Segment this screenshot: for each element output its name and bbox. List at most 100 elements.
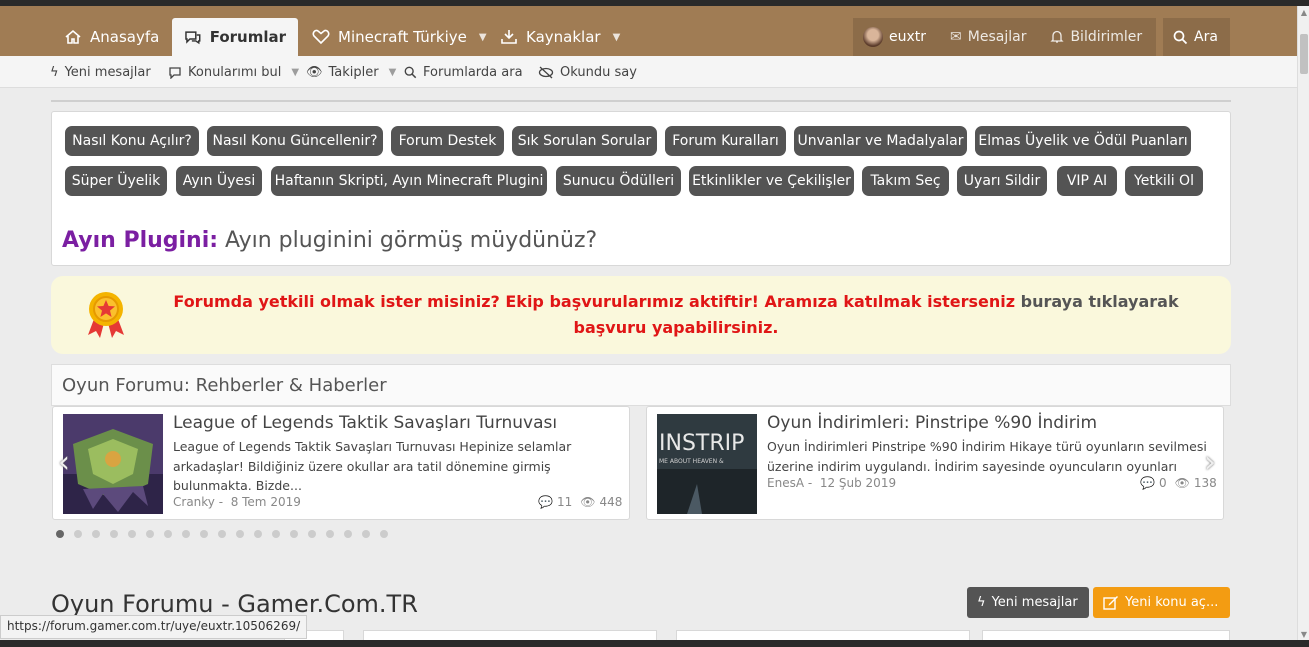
carousel-next-arrow[interactable]: ›: [1204, 445, 1216, 480]
article-thumbnail[interactable]: INSTRIP ME ABOUT HEAVEN &: [657, 414, 757, 514]
new-thread-button[interactable]: Yeni konu aç...: [1093, 587, 1230, 618]
heart-icon: [312, 29, 330, 45]
sub-nav: ϟ Yeni mesajlar Konularımı bul ▼ 👁 Takip…: [0, 56, 1297, 88]
carousel-dot[interactable]: [182, 530, 190, 538]
subnav-mark-read[interactable]: Okundu say: [538, 56, 637, 88]
home-icon: [65, 29, 81, 44]
article-date: 12 Şub 2019: [819, 476, 897, 490]
search-icon: [1173, 30, 1188, 44]
bolt-icon: ϟ: [977, 595, 986, 610]
article-meta: Cranky - 8 Tem 2019: [173, 495, 301, 509]
page-scrollbar[interactable]: ▲ ▼: [1297, 6, 1309, 647]
article-author[interactable]: EnesA: [767, 476, 804, 490]
nav-tab-minecraft-label: Minecraft Türkiye: [338, 28, 467, 46]
recruitment-text: Forumda yetkili olmak ister misiniz? Eki…: [151, 289, 1201, 341]
carousel-dot[interactable]: [236, 530, 244, 538]
comments-icon: 💬: [1140, 476, 1155, 490]
bolt-icon: ϟ: [50, 64, 59, 80]
new-messages-button[interactable]: ϟ Yeni mesajlar: [967, 587, 1089, 618]
messages-link[interactable]: Mesajlar: [968, 29, 1027, 45]
chevron-down-icon: ▼: [612, 31, 621, 43]
carousel-dot[interactable]: [92, 530, 100, 538]
eye-icon: 👁: [580, 495, 596, 509]
plugin-of-month[interactable]: Ayın Plugini: Ayın pluginini görmüş müyd…: [62, 228, 597, 253]
subnav-search-forums[interactable]: Forumlarda ara: [404, 56, 523, 88]
quick-link[interactable]: Haftanın Skripti, Ayın Minecraft Plugini: [271, 166, 547, 196]
quick-link[interactable]: Yetkili Ol: [1125, 166, 1203, 196]
medal-star-icon: [88, 292, 124, 338]
edit-icon: [1103, 596, 1118, 610]
carousel-dot[interactable]: [272, 530, 280, 538]
quick-link[interactable]: Ayın Üyesi: [176, 166, 262, 196]
carousel-dot[interactable]: [290, 530, 298, 538]
thumbnail-text: INSTRIP: [659, 431, 744, 456]
carousel-dot[interactable]: [56, 530, 64, 538]
eye-icon: 👁: [306, 64, 323, 80]
page-title: Oyun Forumu - Gamer.Com.TR: [51, 590, 418, 618]
scroll-down-arrow[interactable]: ▼: [1299, 630, 1309, 640]
scroll-up-arrow[interactable]: ▲: [1299, 8, 1309, 18]
avatar[interactable]: [863, 27, 883, 47]
nav-tab-home[interactable]: Anasayfa: [52, 18, 171, 56]
subnav-watched[interactable]: 👁 Takipler ▼: [306, 56, 396, 88]
article-author[interactable]: Cranky: [173, 495, 215, 509]
subnav-find-threads[interactable]: Konularımı bul ▼: [168, 56, 299, 88]
carousel-dot[interactable]: [110, 530, 118, 538]
search-button[interactable]: Ara: [1163, 18, 1230, 56]
quick-link[interactable]: Süper Üyelik: [65, 166, 167, 196]
nav-tab-forums[interactable]: Forumlar: [172, 18, 298, 56]
quick-link[interactable]: Takım Seç: [862, 166, 949, 196]
quick-link[interactable]: VIP AI: [1057, 166, 1117, 196]
comment-icon: [169, 66, 181, 79]
quick-link[interactable]: Forum Destek: [391, 126, 504, 156]
recruitment-text-suffix: başvuru yapabilirsiniz.: [573, 318, 779, 337]
carousel-dot[interactable]: [218, 530, 226, 538]
chevron-down-icon: ▼: [291, 66, 300, 78]
subnav-new-messages[interactable]: ϟ Yeni mesajlar: [50, 56, 151, 88]
article-card[interactable]: INSTRIP ME ABOUT HEAVEN & Oyun İndirimle…: [646, 406, 1224, 520]
carousel-dot[interactable]: [344, 530, 352, 538]
quick-link[interactable]: Nasıl Konu Açılır?: [65, 126, 199, 156]
article-stats: 💬 11 👁 448: [538, 495, 622, 509]
carousel-dot[interactable]: [164, 530, 172, 538]
article-card[interactable]: League of Legends Taktik Savaşları Turnu…: [52, 406, 630, 520]
chevron-down-icon: ▼: [388, 66, 397, 78]
scroll-thumb[interactable]: [1300, 34, 1308, 74]
quick-link[interactable]: Sık Sorulan Sorular: [512, 126, 657, 156]
recruitment-link[interactable]: buraya tıklayarak: [1021, 292, 1179, 311]
quick-link[interactable]: Uyarı Sildir: [957, 166, 1047, 196]
quick-link[interactable]: Nasıl Konu Güncellenir?: [207, 126, 383, 156]
carousel-dot[interactable]: [362, 530, 370, 538]
carousel-prev-arrow[interactable]: ‹: [58, 445, 70, 480]
carousel-dot[interactable]: [308, 530, 316, 538]
quick-link[interactable]: Etkinlikler ve Çekilişler: [689, 166, 854, 196]
section-title[interactable]: Oyun Forumu: Rehberler & Haberler: [62, 375, 387, 396]
eye-icon: 👁: [1174, 476, 1190, 490]
nav-tab-minecraft[interactable]: Minecraft Türkiye ▼: [300, 18, 499, 56]
carousel-dot[interactable]: [380, 530, 388, 538]
username-link[interactable]: euxtr: [889, 29, 926, 45]
quick-link[interactable]: Forum Kuralları: [665, 126, 786, 156]
bell-icon: [1050, 30, 1065, 43]
nav-tab-home-label: Anasayfa: [90, 28, 160, 46]
article-title[interactable]: Oyun İndirimleri: Pinstripe %90 İndirim: [767, 413, 1097, 433]
carousel-dot[interactable]: [146, 530, 154, 538]
comments-icon: 💬: [538, 495, 553, 509]
user-nav-group: euxtr ✉ Mesajlar Bildirimler: [853, 18, 1156, 56]
quick-link[interactable]: Unvanlar ve Madalyalar: [794, 126, 967, 156]
new-thread-label: Yeni konu aç...: [1125, 595, 1219, 610]
article-thumbnail[interactable]: [63, 414, 163, 514]
notifications-link[interactable]: Bildirimler: [1070, 29, 1142, 45]
quick-link[interactable]: Sunucu Ödülleri: [556, 166, 681, 196]
subnav-find-threads-label: Konularımı bul: [188, 64, 282, 80]
carousel-dot[interactable]: [200, 530, 208, 538]
carousel-dot[interactable]: [254, 530, 262, 538]
article-title[interactable]: League of Legends Taktik Savaşları Turnu…: [173, 413, 557, 433]
carousel-dot[interactable]: [128, 530, 136, 538]
nav-tab-resources[interactable]: Kaynaklar ▼: [488, 18, 632, 56]
subnav-watched-label: Takipler: [328, 64, 379, 80]
carousel-dot[interactable]: [74, 530, 82, 538]
quick-link[interactable]: Elmas Üyelik ve Ödül Puanları: [975, 126, 1191, 156]
carousel-dot[interactable]: [326, 530, 334, 538]
reply-count: 11: [556, 495, 573, 509]
